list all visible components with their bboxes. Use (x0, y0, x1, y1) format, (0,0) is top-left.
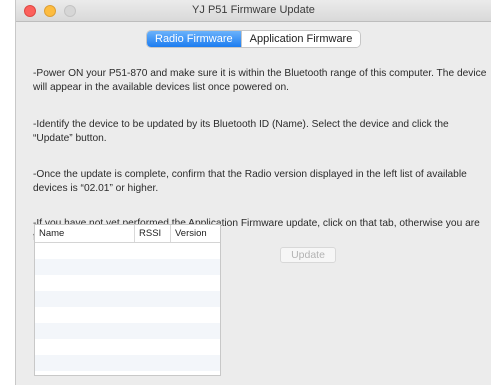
instruction-power-on: -Power ON your P51-870 and make sure it … (33, 68, 487, 93)
column-header-rssi[interactable]: RSSI (135, 225, 171, 242)
table-row[interactable] (35, 291, 220, 307)
tab-application-firmware[interactable]: Application Firmware (240, 31, 361, 47)
title-bar: YJ P51 Firmware Update (16, 0, 491, 22)
table-row[interactable] (35, 355, 220, 371)
table-row[interactable] (35, 339, 220, 355)
firmware-update-window: YJ P51 Firmware Update Radio Firmware Ap… (15, 0, 491, 385)
instruction-confirm-version: -Once the update is complete, confirm th… (33, 169, 467, 194)
table-row[interactable] (35, 243, 220, 259)
table-row[interactable] (35, 307, 220, 323)
window-title: YJ P51 Firmware Update (192, 4, 315, 16)
devices-table[interactable]: Name RSSI Version (34, 224, 221, 376)
column-header-name[interactable]: Name (35, 225, 135, 242)
table-row[interactable] (35, 323, 220, 339)
table-row[interactable] (35, 259, 220, 275)
table-header: Name RSSI Version (35, 225, 220, 243)
column-header-version[interactable]: Version (171, 225, 220, 242)
instruction-identify-device: -Identify the device to be updated by it… (33, 119, 449, 144)
tab-radio-firmware[interactable]: Radio Firmware (147, 31, 241, 47)
table-row[interactable] (35, 275, 220, 291)
firmware-tab-control: Radio Firmware Application Firmware (147, 31, 361, 47)
update-button[interactable]: Update (280, 247, 336, 263)
